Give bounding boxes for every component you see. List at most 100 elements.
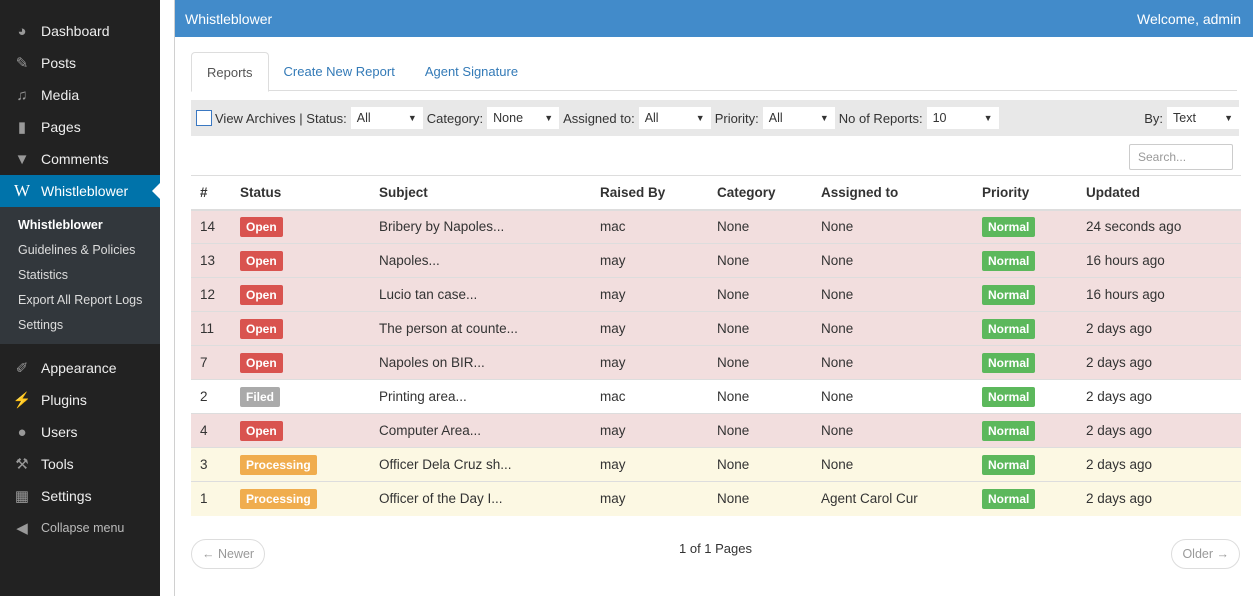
no-of-reports-label: No of Reports: — [838, 110, 923, 126]
submenu-item-export-logs[interactable]: Export All Report Logs — [0, 288, 160, 313]
column-header[interactable]: Assigned to — [812, 175, 973, 211]
assigned-to-cell: None — [812, 209, 973, 244]
status-badge: Processing — [240, 488, 317, 509]
sidebar-item-pages[interactable]: ▮ Pages — [0, 111, 160, 143]
page-info: 1 of 1 Pages — [679, 541, 752, 556]
sidebar-item-whistleblower[interactable]: W Whistleblower — [0, 175, 160, 207]
updated-cell: 2 days ago — [1077, 379, 1241, 414]
assigned-to-cell: None — [812, 447, 973, 482]
sidebar-item-tools[interactable]: ⚒ Tools — [0, 448, 160, 480]
sidebar-item-label: Posts — [41, 55, 77, 71]
table-row[interactable]: 1 Processing Officer of the Day I... may Non… — [191, 481, 1241, 516]
category-cell: None — [708, 481, 812, 516]
older-button[interactable]: Older → — [1171, 539, 1240, 569]
sidebar-item-users[interactable]: ● Users — [0, 416, 160, 448]
view-archives-checkbox[interactable] — [196, 110, 212, 126]
category-label: Category: — [426, 110, 484, 126]
updated-cell: 2 days ago — [1077, 311, 1241, 346]
plugin-header-bar: Whistleblower Welcome, admin — [175, 0, 1253, 37]
table-row[interactable]: 14 Open Bribery by Napoles... mac None None No… — [191, 209, 1241, 244]
report-id: 13 — [191, 243, 231, 278]
sidebar-item-label: Tools — [41, 456, 74, 472]
pin-icon: ✎ — [15, 55, 29, 72]
column-header[interactable]: Raised By — [591, 175, 708, 211]
sidebar-item-media[interactable]: ♫ Media — [0, 79, 160, 111]
column-header[interactable]: Category — [708, 175, 812, 211]
sidebar-item-settings[interactable]: ▦ Settings — [0, 480, 160, 512]
status-badge: Filed — [240, 386, 281, 407]
status-cell: Processing — [231, 481, 370, 516]
updated-cell: 2 days ago — [1077, 345, 1241, 380]
comment-icon: ▼ — [14, 150, 30, 168]
submenu-item-guidelines[interactable]: Guidelines & Policies — [0, 238, 160, 263]
sidebar-item-dashboard[interactable]: ◕ Dashboard — [0, 15, 160, 47]
dropdown-arrow-icon: ▼ — [819, 113, 829, 123]
search-by-label: By: — [1144, 110, 1163, 126]
table-row[interactable]: 3 Processing Officer Dela Cruz sh... may Non… — [191, 447, 1241, 482]
plug-icon: ⚡ — [12, 392, 32, 409]
sidebar-item-posts[interactable]: ✎ Posts — [0, 47, 160, 79]
updated-cell: 2 days ago — [1077, 481, 1241, 516]
no-of-reports-select[interactable]: 10 ▼ — [926, 107, 999, 129]
submenu-item-statistics[interactable]: Statistics — [0, 263, 160, 288]
status-badge: Open — [240, 250, 283, 271]
column-header[interactable]: # — [191, 175, 231, 211]
table-row[interactable]: 12 Open Lucio tan case... may None None Normal… — [191, 277, 1241, 312]
collapse-menu-button[interactable]: ◀ Collapse menu — [0, 512, 160, 544]
search-input[interactable]: Search... — [1129, 144, 1233, 170]
sidebar-item-label: Settings — [41, 488, 92, 504]
column-header[interactable]: Subject — [370, 175, 591, 211]
sidebar-item-comments[interactable]: ▼ Comments — [0, 143, 160, 175]
sidebar-item-label: Pages — [41, 119, 81, 135]
tab-agent-signature[interactable]: Agent Signature — [410, 52, 533, 91]
submenu-item-settings[interactable]: Settings — [0, 313, 160, 338]
priority-select[interactable]: All ▼ — [762, 107, 835, 129]
reports-table: # Status Subject Raised By Category Assi… — [191, 175, 1241, 516]
assigned-to-select[interactable]: All ▼ — [638, 107, 711, 129]
assigned-to-cell: None — [812, 311, 973, 346]
table-row[interactable]: 4 Open Computer Area... may None None Normal 2 … — [191, 413, 1241, 448]
category-cell: None — [708, 447, 812, 482]
table-row[interactable]: 13 Open Napoles... may None None Normal 16 hour… — [191, 243, 1241, 278]
tab-reports[interactable]: Reports — [191, 52, 269, 92]
sidebar-item-label: Comments — [41, 151, 109, 167]
subject-cell: Napoles on BIR... — [370, 345, 591, 380]
submenu-item-whistleblower[interactable]: Whistleblower — [0, 213, 160, 238]
user-icon: ● — [17, 423, 27, 441]
priority-badge: Normal — [982, 386, 1036, 407]
dropdown-arrow-icon: ▼ — [544, 113, 554, 123]
tab-create-new-report[interactable]: Create New Report — [269, 52, 410, 91]
priority-badge: Normal — [982, 420, 1036, 441]
newer-button[interactable]: ← Newer — [191, 539, 266, 569]
column-header[interactable]: Status — [231, 175, 370, 211]
sidebar-item-appearance[interactable]: ✐ Appearance — [0, 352, 160, 384]
raised-by-cell: may — [591, 277, 708, 312]
status-badge: Processing — [240, 454, 317, 475]
sidebar-item-label: Dashboard — [41, 23, 110, 39]
priority-badge: Normal — [982, 318, 1036, 339]
status-select[interactable]: All ▼ — [350, 107, 423, 129]
category-select-value: None — [493, 111, 524, 125]
column-header[interactable]: Priority — [973, 175, 1077, 211]
pages-icon: ▮ — [17, 119, 27, 136]
priority-cell: Normal — [973, 447, 1077, 482]
sidebar-item-plugins[interactable]: ⚡ Plugins — [0, 384, 160, 416]
priority-badge: Normal — [982, 352, 1036, 373]
column-header[interactable]: Updated — [1077, 175, 1241, 211]
subject-cell: Officer of the Day I... — [370, 481, 591, 516]
priority-badge: Normal — [982, 488, 1036, 509]
status-cell: Open — [231, 243, 370, 278]
collapse-menu-label: Collapse menu — [41, 521, 125, 535]
table-row[interactable]: 11 Open The person at counte... may None None… — [191, 311, 1241, 346]
table-row[interactable]: 2 Filed Printing area... mac None None Normal 2… — [191, 379, 1241, 414]
category-select[interactable]: None ▼ — [487, 107, 560, 129]
raised-by-cell: may — [591, 413, 708, 448]
sidebar-item-label: Users — [41, 424, 78, 440]
subject-cell: Napoles... — [370, 243, 591, 278]
subject-cell: The person at counte... — [370, 311, 591, 346]
category-cell: None — [708, 413, 812, 448]
page-title: Whistleblower — [185, 10, 273, 27]
table-row[interactable]: 7 Open Napoles on BIR... may None None Normal 2… — [191, 345, 1241, 380]
search-by-select[interactable]: Text ▼ — [1167, 107, 1239, 129]
raised-by-cell: may — [591, 481, 708, 516]
